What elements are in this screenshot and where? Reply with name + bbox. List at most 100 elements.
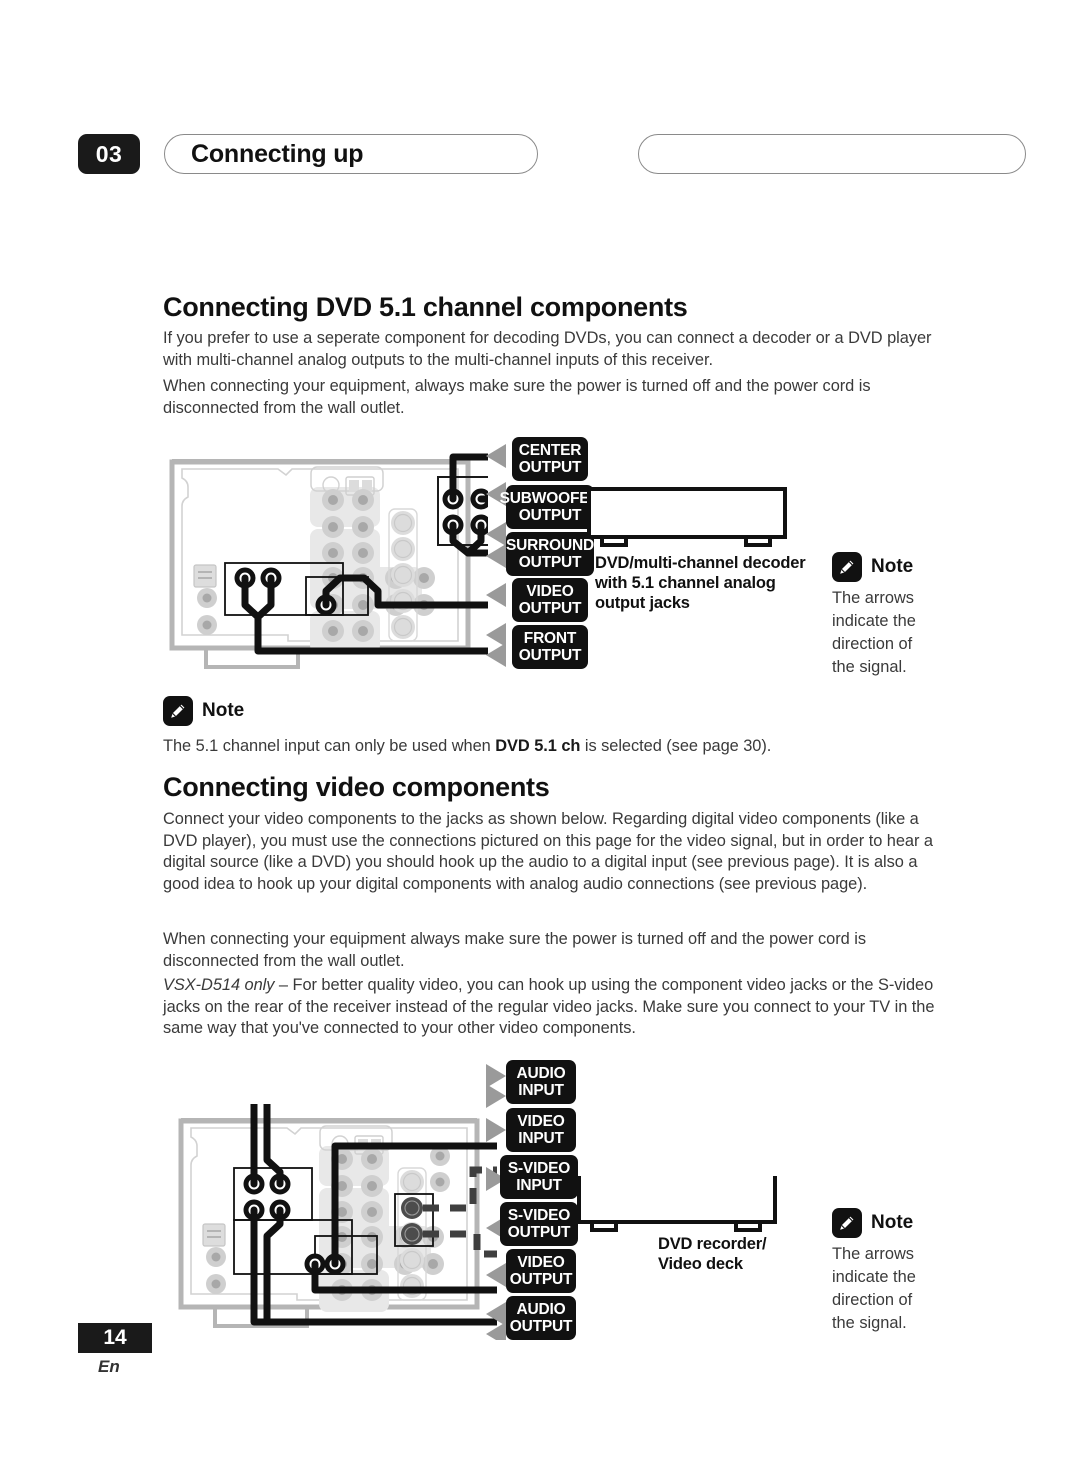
dvd-recorder-label: DVD recorder/ Video deck [658, 1234, 838, 1274]
arrow-left-icon [486, 1322, 506, 1340]
arrow-left-icon [486, 623, 506, 647]
note-text-bold: DVD 5.1 ch [495, 737, 581, 755]
section-video-para-3-wrap: VSX-D514 only – For better quality video… [163, 975, 949, 1040]
chip-line-1: FRONT [523, 629, 577, 647]
label-subwoofer-output: SUBWOOFER OUTPUT [500, 485, 601, 529]
chip-line-2: OUTPUT [518, 507, 582, 524]
note-line: direction of [832, 1291, 913, 1309]
chip-line-2: INPUT [516, 1177, 562, 1194]
dvd-recorder-device-illustration [577, 1176, 777, 1232]
label-video-input: VIDEO INPUT [506, 1108, 576, 1152]
paragraph: If you prefer to use a seperate componen… [163, 329, 932, 369]
chip-line-1: S-VIDEO [507, 1159, 571, 1177]
section-heading-video: Connecting video components [163, 772, 550, 802]
label-s-video-input: S-VIDEO INPUT [500, 1155, 578, 1199]
note-text-before: The 5.1 channel input can only be used w… [163, 737, 496, 755]
paragraph-vsx: VSX-D514 only – For better quality video… [163, 975, 949, 1040]
diagram-video-receiver-rear [177, 1104, 497, 1334]
header-right-pill [638, 134, 1026, 174]
note-header: Note [832, 552, 950, 582]
device-label-line: output jacks [595, 594, 690, 612]
arrow-left-icon [486, 1302, 506, 1326]
page-number: 14 [78, 1323, 152, 1353]
manual-page: 03 Connecting up Connecting DVD 5.1 chan… [0, 0, 1080, 1471]
receiver-rear-panel-illustration [169, 453, 488, 669]
label-front-output: FRONT OUTPUT [512, 625, 588, 669]
page-header: 03 Connecting up [78, 134, 1026, 174]
note-below-diagram1-text-wrap: The 5.1 channel input can only be used w… [163, 736, 949, 758]
section-video-para-1-wrap: Connect your video components to the jac… [163, 809, 949, 895]
chip-line-2: INPUT [518, 1082, 564, 1099]
note-line: The arrows [832, 1245, 914, 1263]
paragraph-rest: – For better quality video, you can hook… [163, 976, 935, 1037]
note-line: the signal. [832, 658, 907, 676]
section-video-para-2-wrap: When connecting your equipment always ma… [163, 929, 949, 972]
chip-line-1: SURROUND [506, 536, 594, 554]
note-title: Note [871, 556, 914, 577]
arrow-right-icon [486, 1064, 506, 1088]
note-below-diagram1: Note [163, 696, 244, 726]
page-language: En [98, 1357, 120, 1376]
chip-line-1: VIDEO [517, 1253, 565, 1271]
chapter-number: 03 [78, 134, 140, 174]
arrow-left-icon [486, 583, 506, 607]
chip-line-1: AUDIO [516, 1300, 566, 1318]
dvd-decoder-label: DVD/multi-channel decoder with 5.1 chann… [595, 553, 825, 613]
label-surround-output: SURROUND OUTPUT [506, 532, 594, 576]
arrow-left-icon [486, 522, 506, 546]
pencil-icon [832, 552, 862, 582]
model-name-italic: VSX-D514 only [163, 976, 275, 994]
arrow-left-icon [486, 1263, 506, 1287]
diagram-dvd-receiver-rear [168, 445, 488, 675]
section-heading-dvd: Connecting DVD 5.1 channel components [163, 292, 688, 322]
arrow-left-icon [486, 444, 506, 468]
label-video-output: VIDEO OUTPUT [512, 578, 588, 622]
receiver-rear-panel-illustration-2 [178, 1104, 497, 1328]
chip-line-2: OUTPUT [518, 459, 582, 476]
label-center-output: CENTER OUTPUT [512, 437, 588, 481]
chip-line-2: OUTPUT [509, 1318, 573, 1335]
arrow-right-icon [486, 1118, 506, 1142]
arrow-left-icon [486, 643, 506, 667]
section-video-heading-wrap: Connecting video components [163, 772, 949, 803]
arrow-left-icon [486, 544, 506, 568]
note-diagram2: Note The arrows indicate the direction o… [832, 1208, 950, 1335]
note-header: Note [163, 696, 244, 726]
note-title: Note [871, 1212, 914, 1233]
paragraph: When connecting your equipment always ma… [163, 930, 866, 970]
note-line: The arrows [832, 589, 914, 607]
arrow-right-icon [486, 1084, 506, 1108]
label-s-video-output: S-VIDEO OUTPUT [500, 1202, 578, 1246]
chip-line-1: VIDEO [526, 582, 574, 600]
chip-line-2: OUTPUT [518, 600, 582, 617]
note-line: direction of [832, 635, 913, 653]
note-text: The arrows indicate the direction of the… [832, 587, 950, 679]
chip-line-2: OUTPUT [507, 1224, 571, 1241]
chip-line-2: OUTPUT [509, 1271, 573, 1288]
note-diagram1: Note The arrows indicate the direction o… [832, 552, 950, 679]
section-dvd-para-2-wrap: When connecting your equipment, always m… [163, 376, 949, 419]
paragraph: Connect your video components to the jac… [163, 810, 933, 893]
chip-line-1: S-VIDEO [507, 1206, 571, 1224]
chip-line-2: INPUT [518, 1130, 564, 1147]
chip-line-1: AUDIO [516, 1064, 566, 1082]
device-label-line: Video deck [658, 1255, 743, 1273]
pencil-icon [832, 1208, 862, 1238]
note-header: Note [832, 1208, 950, 1238]
chapter-title-pill: Connecting up [164, 134, 538, 174]
device-label-line: DVD recorder/ [658, 1235, 767, 1253]
note-text: The 5.1 channel input can only be used w… [163, 736, 949, 758]
chip-line-1: CENTER [518, 441, 582, 459]
chip-line-2: OUTPUT [518, 554, 582, 571]
pencil-icon [163, 696, 193, 726]
device-label-line: DVD/multi-channel decoder [595, 554, 806, 572]
chapter-title: Connecting up [191, 139, 364, 168]
note-line: indicate the [832, 612, 916, 630]
note-line: indicate the [832, 1268, 916, 1286]
chip-line-2: OUTPUT [518, 647, 582, 664]
note-title: Note [202, 700, 245, 721]
section-dvd-heading-wrap: Connecting DVD 5.1 channel components [163, 292, 949, 323]
device-label-line: with 5.1 channel analog [595, 574, 776, 592]
chip-line-1: VIDEO [517, 1112, 565, 1130]
dvd-decoder-device-illustration [587, 487, 787, 547]
